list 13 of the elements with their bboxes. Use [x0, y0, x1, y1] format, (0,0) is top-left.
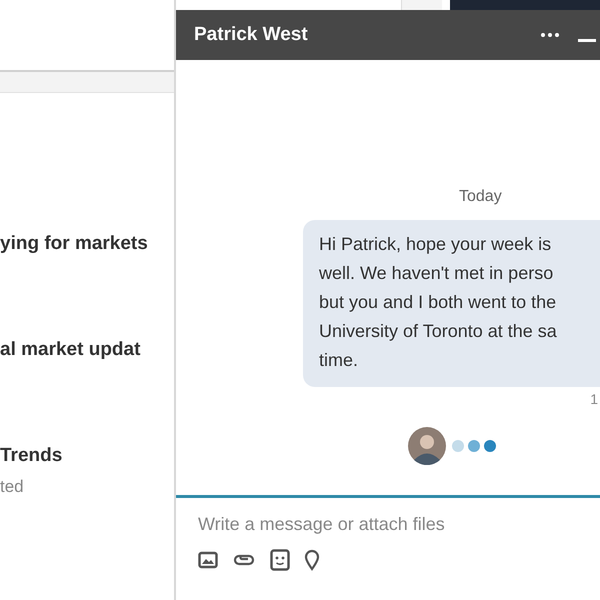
- feed-item-title[interactable]: al market updat: [0, 339, 174, 361]
- message-bubble: Hi Patrick, hope your week is well. We haven't met in perso but you and I both went to the University of Toronto at the sa time.: [303, 220, 600, 387]
- feed-item-subtitle: ted: [0, 477, 25, 497]
- smiley-icon[interactable]: [270, 549, 290, 571]
- date-divider: Today: [459, 188, 502, 206]
- chat-title: Patrick West: [194, 24, 309, 46]
- image-icon[interactable]: [198, 551, 218, 569]
- avatar-icon: [408, 427, 446, 465]
- location-pin-icon[interactable]: [304, 549, 320, 571]
- message-time: 1: [590, 391, 598, 407]
- feed-item-title[interactable]: Trends: [0, 445, 174, 467]
- more-options-icon[interactable]: [538, 30, 562, 40]
- feed-item-title[interactable]: ying for markets: [0, 233, 174, 255]
